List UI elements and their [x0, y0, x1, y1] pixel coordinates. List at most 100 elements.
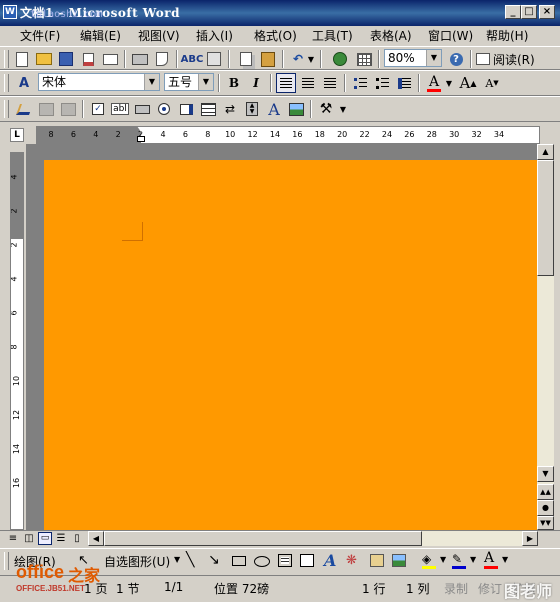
read-mode-button[interactable]: 阅读(R) — [476, 49, 540, 69]
align-right-button[interactable] — [320, 73, 340, 93]
zoom-combo[interactable]: 80% ▼ — [384, 49, 442, 67]
toggle-button-icon[interactable]: ⇄ — [220, 99, 240, 119]
properties-icon[interactable] — [36, 99, 56, 119]
autoshapes-menu-button[interactable]: 自选图形(U) — [104, 553, 170, 570]
new-document-icon[interactable] — [12, 49, 32, 69]
option-button-icon[interactable] — [154, 99, 174, 119]
status-trk[interactable]: 修订 — [478, 580, 502, 597]
horizontal-scroll-thumb[interactable] — [104, 531, 422, 546]
print-preview-icon[interactable] — [152, 49, 172, 69]
help-icon[interactable]: ? — [446, 49, 466, 69]
scroll-thumb[interactable] — [537, 160, 554, 276]
spelling-icon[interactable]: ABC — [181, 49, 204, 69]
status-rec[interactable]: 录制 — [444, 580, 468, 597]
rectangle-icon[interactable] — [232, 556, 246, 566]
label-control-icon[interactable]: A — [264, 99, 284, 119]
previous-page-button[interactable]: ▲▲ — [537, 484, 554, 500]
print-layout-icon[interactable]: ▭ — [38, 532, 52, 545]
horizontal-ruler[interactable]: 8 6 4 2 2 4 6 8 10 12 14 16 18 20 22 24 26 28 30 32 34 — [36, 126, 540, 144]
hyperlink-icon[interactable] — [330, 49, 350, 69]
view-code-icon[interactable] — [58, 99, 78, 119]
paste-icon[interactable] — [258, 49, 278, 69]
design-mode-icon[interactable] — [14, 99, 34, 119]
vertical-textbox-icon[interactable] — [300, 554, 314, 567]
close-button[interactable]: × — [539, 5, 555, 19]
open-folder-icon[interactable] — [34, 49, 54, 69]
combobox-control-icon[interactable] — [198, 99, 218, 119]
copy-icon[interactable] — [236, 49, 256, 69]
diagram-icon[interactable]: ❋ — [346, 553, 357, 568]
shrink-font-button[interactable]: A ▼ — [482, 73, 502, 93]
bold-button[interactable]: B — [224, 73, 244, 93]
scroll-left-button[interactable]: ◀ — [88, 531, 104, 546]
font-color-button[interactable]: A — [424, 73, 444, 93]
print-icon[interactable] — [130, 49, 150, 69]
oval-icon[interactable] — [254, 556, 270, 567]
align-left-button[interactable] — [276, 73, 296, 93]
research-icon[interactable] — [204, 49, 224, 69]
menu-window[interactable]: 窗口(W) — [428, 26, 473, 46]
chevron-down-icon[interactable]: ▼ — [426, 50, 441, 66]
scroll-right-button[interactable]: ▶ — [522, 531, 538, 546]
wordart-icon[interactable]: A — [324, 551, 336, 570]
checkbox-control-icon[interactable]: ✓ — [88, 99, 108, 119]
listbox-control-icon[interactable] — [176, 99, 196, 119]
menu-edit[interactable]: 编辑(E) — [80, 26, 121, 46]
fill-color-icon[interactable]: ◈ — [422, 552, 438, 570]
picture-icon[interactable] — [392, 554, 406, 567]
arrow-icon[interactable]: ↘ — [208, 552, 220, 568]
numbering-button[interactable] — [350, 73, 370, 93]
line-icon[interactable]: ╲ — [186, 552, 194, 568]
toolbar-grip[interactable] — [4, 50, 9, 68]
email-icon[interactable] — [100, 49, 120, 69]
table-icon[interactable] — [354, 49, 374, 69]
permission-icon[interactable] — [78, 49, 98, 69]
undo-icon[interactable]: ↶ — [288, 49, 308, 69]
spin-button-icon[interactable]: ▲ ▼ — [242, 99, 262, 119]
menu-view[interactable]: 视图(V) — [138, 26, 180, 46]
image-control-icon[interactable] — [286, 99, 306, 119]
next-page-button[interactable]: ▼▼ — [537, 516, 554, 530]
chevron-down-icon[interactable]: ▼ — [198, 74, 213, 90]
vertical-ruler[interactable]: 4 2 2 4 6 8 10 12 14 16 — [10, 152, 24, 530]
line-color-dropdown-icon[interactable]: ▼ — [470, 555, 476, 564]
tab-selector[interactable]: L — [10, 128, 24, 142]
autoshapes-dropdown-icon[interactable]: ▼ — [174, 555, 180, 564]
font-color-dropdown-icon[interactable]: ▼ — [444, 73, 454, 93]
fill-color-dropdown-icon[interactable]: ▼ — [440, 555, 446, 564]
select-browse-object-button[interactable]: ● — [537, 500, 554, 516]
indent-marker-icon[interactable] — [137, 127, 145, 143]
undo-dropdown-icon[interactable]: ▼ — [306, 49, 316, 69]
bullets-button[interactable] — [372, 73, 392, 93]
minimize-button[interactable]: _ — [505, 5, 521, 19]
font-name-combo[interactable]: 宋体 ▼ — [38, 73, 160, 91]
chevron-down-icon[interactable]: ▼ — [144, 74, 159, 90]
menu-help[interactable]: 帮助(H) — [486, 26, 528, 46]
more-controls-icon[interactable]: ⚒ — [316, 99, 336, 119]
line-color-icon[interactable]: ✎ — [452, 552, 468, 570]
align-center-button[interactable] — [298, 73, 318, 93]
reading-layout-icon[interactable]: ▯ — [70, 532, 84, 545]
styles-icon[interactable]: A — [14, 73, 34, 93]
command-button-icon[interactable] — [132, 99, 152, 119]
font-size-combo[interactable]: 五号 ▼ — [164, 73, 214, 91]
indent-button[interactable] — [394, 73, 414, 93]
outline-view-icon[interactable]: ☰ — [54, 532, 68, 545]
italic-button[interactable]: I — [246, 73, 266, 93]
save-icon[interactable] — [56, 49, 76, 69]
scroll-up-button[interactable]: ▲ — [537, 144, 554, 160]
menu-format[interactable]: 格式(O) — [254, 26, 297, 46]
toolbar-grip[interactable] — [4, 100, 9, 118]
menu-insert[interactable]: 插入(I) — [196, 26, 233, 46]
word-app-icon[interactable]: W — [3, 5, 17, 19]
draw-font-color-icon[interactable]: A — [484, 551, 500, 571]
vertical-scrollbar[interactable]: ▲ ▼ ▲▲ ● ▼▼ — [537, 144, 554, 530]
textbox-icon[interactable] — [278, 554, 292, 567]
menu-tools[interactable]: 工具(T) — [312, 26, 353, 46]
grow-font-button[interactable]: A ▲ — [458, 73, 478, 93]
toolbar-options-icon[interactable]: ▼ — [338, 99, 348, 119]
web-view-icon[interactable]: ◫ — [22, 532, 36, 545]
toolbar-grip[interactable] — [4, 74, 9, 92]
normal-view-icon[interactable]: ≡ — [6, 532, 20, 545]
menu-table[interactable]: 表格(A) — [370, 26, 412, 46]
